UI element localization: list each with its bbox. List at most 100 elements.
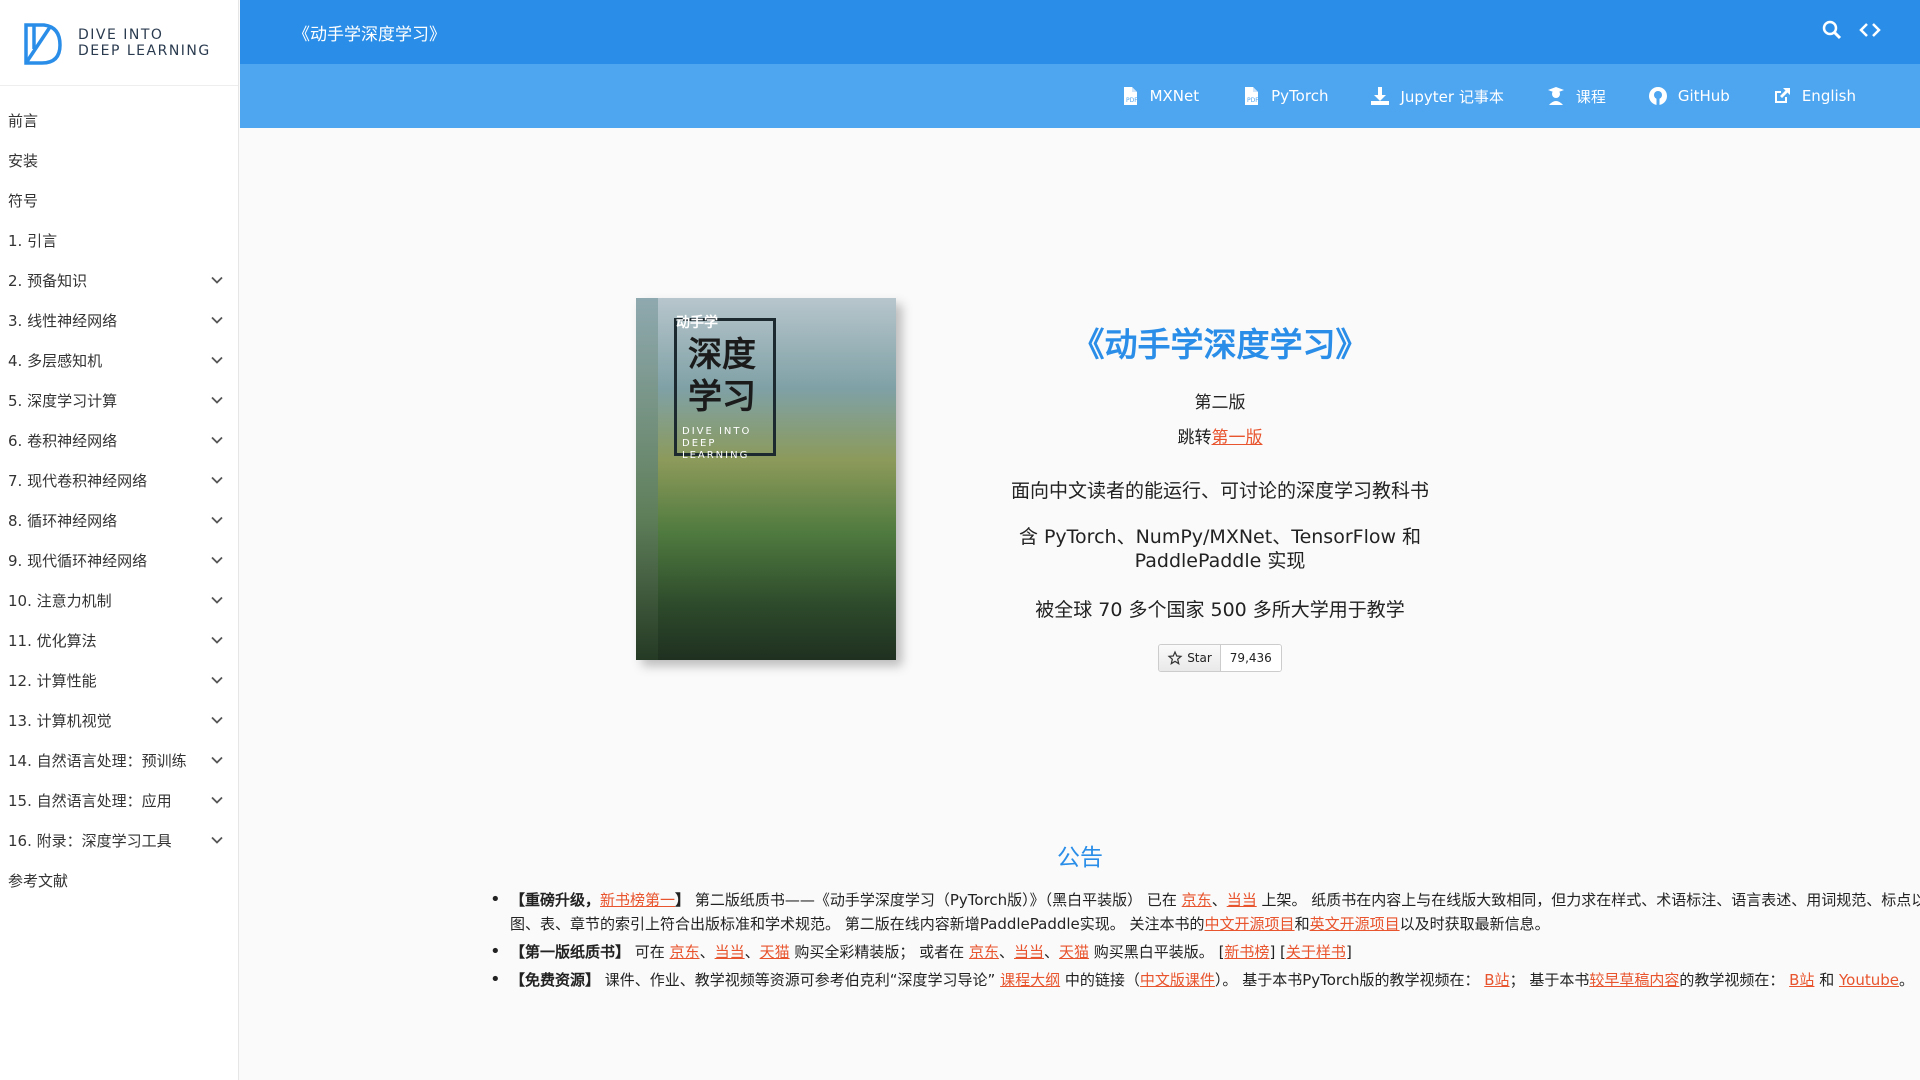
chevron-down-icon[interactable] [210, 553, 224, 567]
brand-logo[interactable]: DIVE INTO DEEP LEARNING [0, 0, 238, 86]
sidebar-item[interactable]: 安装 [0, 140, 238, 180]
a3-text4: ； 基于本书 [1509, 971, 1590, 989]
a2-sep2: 、 [744, 943, 760, 961]
english-project-link[interactable]: 英文开源项目 [1310, 915, 1400, 933]
nav-item[interactable]: PDF PyTorch [1241, 86, 1328, 106]
sidebar-item-label: 15. 自然语言处理：应用 [8, 791, 172, 810]
chevron-down-icon[interactable] [210, 313, 224, 327]
nav-item-label: MXNet [1149, 87, 1200, 105]
sidebar-item[interactable]: 6. 卷积神经网络 [0, 420, 238, 460]
chinese-project-link[interactable]: 中文开源项目 [1205, 915, 1295, 933]
a3-text3: ）。 基于本书PyTorch版的教学视频在： [1214, 971, 1485, 989]
pdf-icon: PDF [1120, 86, 1140, 106]
chevron-down-icon[interactable] [210, 633, 224, 647]
sidebar-item[interactable]: 16. 附录：深度学习工具 [0, 820, 238, 860]
sidebar-item[interactable]: 10. 注意力机制 [0, 580, 238, 620]
github-star-button[interactable]: Star 79,436 [1158, 644, 1282, 672]
a2-sep3: 、 [998, 943, 1014, 961]
sidebar-item[interactable]: 9. 现代循环神经网络 [0, 540, 238, 580]
nav-item[interactable]: 课程 [1546, 86, 1606, 107]
chevron-down-icon[interactable] [210, 713, 224, 727]
first-edition-link[interactable]: 第一版 [1212, 428, 1263, 448]
sidebar-item[interactable]: 参考文献 [0, 860, 238, 900]
announcement-item: 【免费资源】 课件、作业、教学视频等资源可参考伯克利“深度学习导论” 课程大纲 … [490, 968, 1920, 992]
nav-item-label: Jupyter 记事本 [1400, 87, 1504, 106]
nav-item[interactable]: Jupyter 记事本 [1370, 86, 1504, 107]
brand-line1: DIVE INTO [78, 26, 164, 43]
sample-book-link[interactable]: 关于样书 [1286, 943, 1346, 961]
cover-sub2: DEEP [682, 438, 717, 449]
sidebar-item-label: 13. 计算机视觉 [8, 711, 112, 730]
a2-text3: 购买黑白平装版。 [ [1089, 943, 1225, 961]
star-label: Star [1187, 651, 1212, 665]
jd-link[interactable]: 京东 [670, 943, 700, 961]
chevron-down-icon[interactable] [210, 593, 224, 607]
sidebar-item-label: 11. 优化算法 [8, 631, 97, 650]
code-icon[interactable] [1858, 18, 1882, 42]
sidebar-item[interactable]: 11. 优化算法 [0, 620, 238, 660]
chevron-down-icon[interactable] [210, 753, 224, 767]
sidebar-item[interactable]: 3. 线性神经网络 [0, 300, 238, 340]
brand-text: DIVE INTO DEEP LEARNING [78, 27, 211, 59]
jd-link[interactable]: 京东 [1182, 891, 1212, 909]
sidebar-item[interactable]: 5. 深度学习计算 [0, 380, 238, 420]
tmall-link-2[interactable]: 天猫 [1059, 943, 1089, 961]
youtube-link[interactable]: Youtube [1839, 971, 1899, 989]
nav-item[interactable]: English [1772, 86, 1856, 106]
a1-bold2: 】 [675, 891, 691, 909]
sidebar-item[interactable]: 8. 循环神经网络 [0, 500, 238, 540]
star-count[interactable]: 79,436 [1220, 645, 1281, 671]
dangdang-link[interactable]: 当当 [1227, 891, 1257, 909]
chevron-down-icon[interactable] [210, 473, 224, 487]
sidebar-item[interactable]: 12. 计算性能 [0, 660, 238, 700]
cover-text-top: 动手学 [676, 315, 718, 331]
chevron-down-icon[interactable] [210, 353, 224, 367]
bilibili-link-2[interactable]: B站 [1789, 971, 1814, 989]
sidebar-item-label: 5. 深度学习计算 [8, 391, 118, 410]
nav-item-label: 课程 [1575, 87, 1606, 106]
sidebar-item-label: 8. 循环神经网络 [8, 511, 118, 530]
chevron-down-icon[interactable] [210, 433, 224, 447]
a1-text4: 以及时获取最新信息。 [1399, 915, 1550, 933]
announcement-item: 【第一版纸质书】 可在 京东、当当、天猫 购买全彩精装版； 或者在 京东、当当、… [490, 940, 1920, 964]
sidebar-item[interactable]: 4. 多层感知机 [0, 340, 238, 380]
sidebar-item[interactable]: 1. 引言 [0, 220, 238, 260]
cover-main1: 深度 [688, 335, 756, 375]
sidebar-item[interactable]: 2. 预备知识 [0, 260, 238, 300]
tmall-link[interactable]: 天猫 [760, 943, 790, 961]
hero-section: 《动手学深度学习》 第二版 跳转第一版 面向中文读者的能运行、可讨论的深度学习教… [940, 318, 1500, 672]
nav-item[interactable]: GitHub [1648, 86, 1730, 106]
chevron-down-icon[interactable] [210, 393, 224, 407]
nav-item[interactable]: PDF MXNet [1120, 86, 1200, 106]
sidebar-item[interactable]: 14. 自然语言处理：预训练 [0, 740, 238, 780]
announcement-title: 公告 [1057, 845, 1103, 871]
graduation-icon [1546, 86, 1566, 106]
sidebar-item[interactable]: 15. 自然语言处理：应用 [0, 780, 238, 820]
chevron-down-icon[interactable] [210, 513, 224, 527]
dangdang-link-2[interactable]: 当当 [1014, 943, 1044, 961]
chevron-down-icon[interactable] [210, 273, 224, 287]
bestseller-link[interactable]: 新书榜第一 [600, 891, 675, 909]
sidebar-item[interactable]: 符号 [0, 180, 238, 220]
early-draft-link[interactable]: 较早草稿内容 [1589, 971, 1679, 989]
hero-implementations: 含 PyTorch、NumPy/MXNet、TensorFlow 和 Paddl… [1018, 526, 1422, 572]
chevron-down-icon[interactable] [210, 673, 224, 687]
sidebar-item[interactable]: 13. 计算机视觉 [0, 700, 238, 740]
jd-link-2[interactable]: 京东 [969, 943, 999, 961]
new-book-list-link[interactable]: 新书榜 [1224, 943, 1269, 961]
sidebar-item-label: 4. 多层感知机 [8, 351, 103, 370]
page-title[interactable]: 《动手学深度学习》 [293, 20, 446, 45]
syllabus-link[interactable]: 课程大纲 [1000, 971, 1060, 989]
a2-sep1: 、 [699, 943, 715, 961]
chinese-slides-link[interactable]: 中文版课件 [1140, 971, 1215, 989]
main-content: 动手学 深度 学习 DIVE INTO DEEP LEARNING 《动手学深度… [240, 128, 1920, 1080]
chevron-down-icon[interactable] [210, 793, 224, 807]
bilibili-link[interactable]: B站 [1484, 971, 1509, 989]
sidebar-item[interactable]: 前言 [0, 100, 238, 140]
search-icon[interactable] [1820, 18, 1844, 42]
hero-edition: 第二版 [1194, 393, 1246, 413]
dangdang-link[interactable]: 当当 [715, 943, 745, 961]
sidebar-item[interactable]: 7. 现代卷积神经网络 [0, 460, 238, 500]
chevron-down-icon[interactable] [210, 833, 224, 847]
d2l-logo-icon [24, 22, 62, 65]
